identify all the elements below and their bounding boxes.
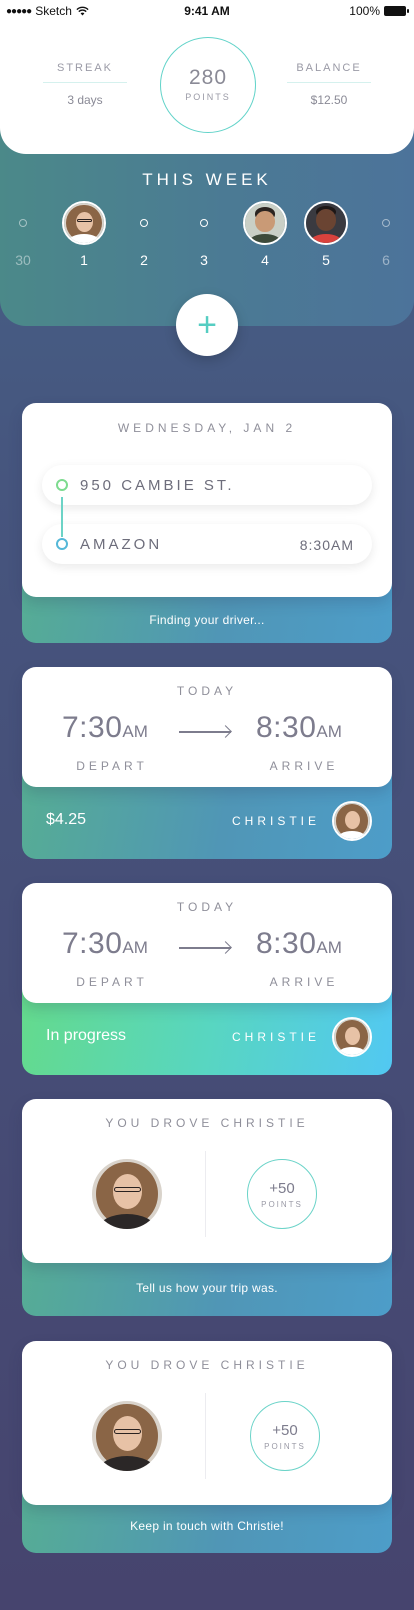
status-bar: ●●●●● Sketch 9:41 AM 100%: [0, 0, 414, 22]
trip-price: $4.25: [46, 811, 87, 828]
depart-time: 7:30AM: [62, 711, 148, 744]
christie-avatar: [92, 1401, 162, 1471]
destination-time: 8:30AM: [299, 537, 354, 553]
divider: [205, 1151, 206, 1237]
origin-address: 950 CAMBIE ST.: [80, 477, 235, 494]
origin-dot-icon: [56, 479, 68, 491]
driver-avatar[interactable]: [332, 1017, 372, 1057]
booking-card-body: WEDNESDAY, JAN 2 950 CAMBIE ST. AMAZON 8…: [22, 403, 392, 597]
day-number: 5: [322, 252, 330, 268]
trip-card-scheduled[interactable]: $4.25 CHRISTIE TODAY 7:30AM 8:30AM DEPAR…: [22, 667, 392, 859]
booking-date: WEDNESDAY, JAN 2: [117, 421, 297, 435]
bonus-value: +50: [269, 1180, 295, 1197]
arrive-label: ARRIVE: [269, 975, 339, 989]
points-badge[interactable]: 280 POINTS: [160, 37, 256, 133]
trip-card-body: TODAY 7:30AM 8:30AM DEPART ARRIVE: [22, 883, 392, 1003]
battery-percent: 100%: [349, 4, 380, 18]
trip-status: In progress: [46, 1027, 127, 1044]
header-card: STREAK 3 days 280 POINTS BALANCE $12.50: [0, 0, 414, 154]
plus-icon: +: [197, 306, 217, 344]
booking-status-text: Finding your driver...: [149, 613, 265, 627]
balance-value: $12.50: [310, 93, 348, 107]
origin-field[interactable]: 950 CAMBIE ST.: [42, 465, 372, 505]
day-3[interactable]: 3: [182, 200, 226, 268]
day-4[interactable]: 4: [243, 200, 287, 268]
woman-glasses-avatar: [62, 201, 106, 245]
arrive-label: ARRIVE: [269, 759, 339, 773]
review-card-keep-in-touch[interactable]: Keep in touch with Christie! YOU DROVE C…: [22, 1341, 392, 1553]
day-dot: [19, 219, 27, 227]
status-right: 100%: [349, 4, 409, 18]
week-title: THIS WEEK: [142, 170, 272, 189]
driver-name: CHRISTIE: [232, 814, 321, 828]
review-prompt: Tell us how your trip was.: [136, 1281, 278, 1295]
battery-icon: [384, 6, 409, 16]
man-red-shirt-avatar: [304, 201, 348, 245]
depart-label: DEPART: [76, 975, 148, 989]
streak-label: STREAK: [43, 62, 127, 83]
bonus-points-badge: +50 POINTS: [250, 1401, 320, 1471]
christie-avatar: [92, 1159, 162, 1229]
points-label: POINTS: [185, 92, 231, 102]
keep-in-touch-prompt: Keep in touch with Christie!: [130, 1519, 284, 1533]
trip-card-body: TODAY 7:30AM 8:30AM DEPART ARRIVE: [22, 667, 392, 787]
day-1[interactable]: 1: [62, 200, 106, 268]
day-number: 2: [140, 252, 148, 268]
arrive-time: 8:30AM: [256, 711, 342, 744]
day-dot: [382, 219, 390, 227]
booking-card[interactable]: Finding your driver... WEDNESDAY, JAN 2 …: [22, 403, 392, 643]
day-dot: [200, 219, 208, 227]
balance-label: BALANCE: [287, 62, 371, 83]
destination-name: AMAZON: [80, 536, 163, 553]
points-value: 280: [188, 66, 228, 89]
bonus-label: POINTS: [264, 1442, 306, 1451]
arrow-head-icon: [219, 725, 232, 738]
trip-day: TODAY: [176, 900, 238, 914]
route-connector: [61, 497, 63, 537]
review-card-body: YOU DROVE CHRISTIE +50 POINTS: [22, 1341, 392, 1505]
bonus-value: +50: [272, 1422, 298, 1439]
arrive-time: 8:30AM: [256, 927, 342, 960]
day-30[interactable]: 30: [1, 200, 45, 268]
day-5[interactable]: 5: [304, 200, 348, 268]
day-number: 3: [200, 252, 208, 268]
review-card-body: YOU DROVE CHRISTIE +50 POINTS: [22, 1099, 392, 1263]
add-ride-button[interactable]: +: [176, 294, 238, 356]
balance-stat: BALANCE $12.50: [287, 62, 371, 107]
review-title: YOU DROVE CHRISTIE: [105, 1358, 309, 1372]
arrow-head-icon: [219, 941, 232, 954]
review-card-feedback[interactable]: Tell us how your trip was. YOU DROVE CHR…: [22, 1099, 392, 1316]
day-number: 30: [15, 252, 31, 268]
trip-day: TODAY: [176, 684, 238, 698]
review-title: YOU DROVE CHRISTIE: [105, 1116, 309, 1130]
depart-time: 7:30AM: [62, 927, 148, 960]
day-number: 1: [80, 252, 88, 268]
streak-value: 3 days: [67, 93, 103, 107]
trip-card-in-progress[interactable]: In progress CHRISTIE TODAY 7:30AM 8:30AM…: [22, 883, 392, 1075]
divider: [205, 1393, 206, 1479]
day-dot: [140, 219, 148, 227]
destination-field[interactable]: AMAZON 8:30AM: [42, 524, 372, 564]
day-number: 6: [382, 252, 390, 268]
smiling-man-avatar: [243, 201, 287, 245]
driver-name: CHRISTIE: [232, 1030, 321, 1044]
streak-stat: STREAK 3 days: [43, 62, 127, 107]
destination-dot-icon: [56, 538, 68, 550]
depart-label: DEPART: [76, 759, 148, 773]
driver-avatar[interactable]: [332, 801, 372, 841]
bonus-label: POINTS: [261, 1200, 303, 1209]
bonus-points-badge: +50 POINTS: [247, 1159, 317, 1229]
day-6[interactable]: 6: [364, 200, 408, 268]
day-2[interactable]: 2: [122, 200, 166, 268]
day-number: 4: [261, 252, 269, 268]
